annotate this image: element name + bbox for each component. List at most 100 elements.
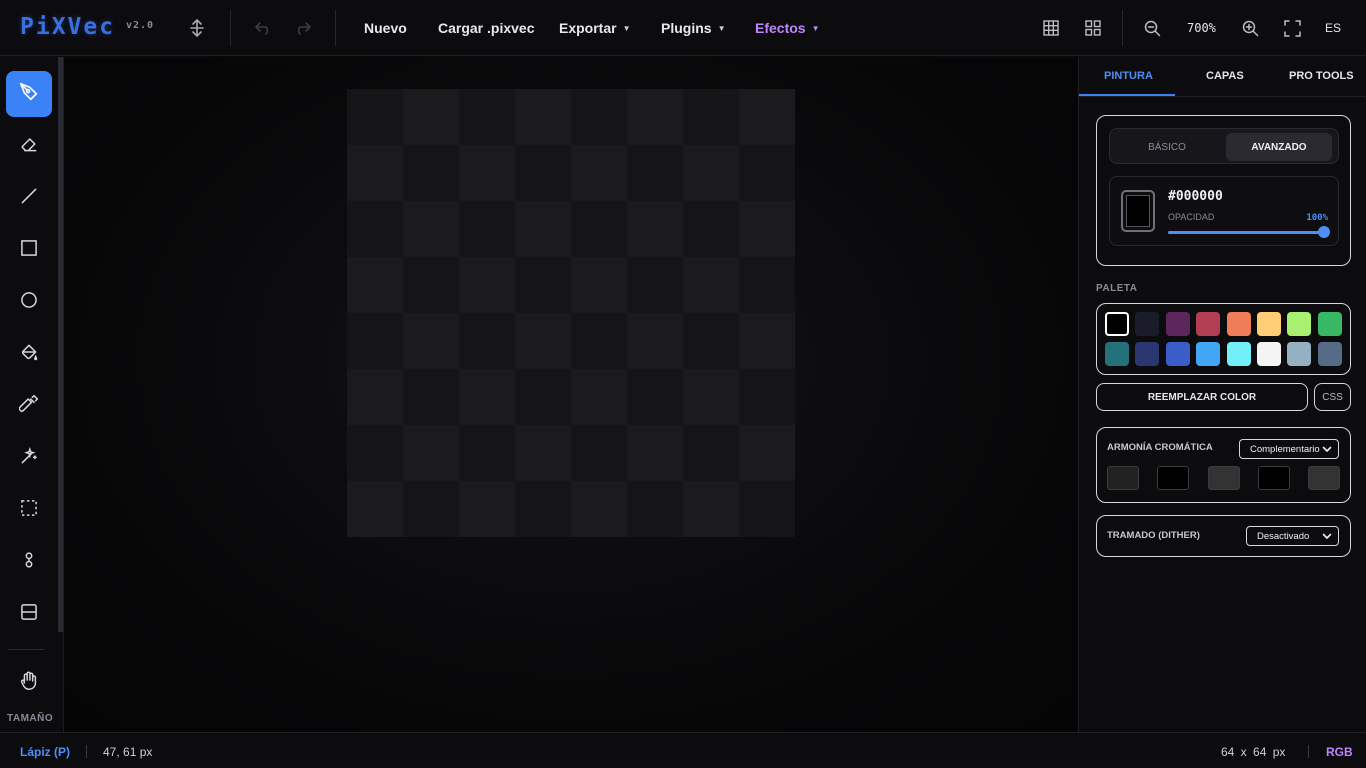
status-coordinates: 47, 61 px [103,745,153,759]
tab-pro-tools[interactable]: PRO TOOLS [1289,70,1354,82]
undo-icon[interactable] [254,18,274,38]
grid-icon[interactable] [1040,17,1062,39]
palette-swatch[interactable] [1287,312,1312,336]
menu-exportar[interactable]: Exportar ▼ [559,20,631,36]
eyedropper-icon [18,394,39,419]
selection-icon [19,498,39,523]
current-color-card: #000000 OPACIDAD 100% [1109,176,1339,246]
palette-swatch[interactable] [1226,312,1251,336]
harmony-swatch[interactable] [1207,466,1240,490]
zoom-out-icon[interactable] [1141,17,1163,39]
css-button[interactable]: CSS [1314,383,1351,411]
menu-cargar[interactable]: Cargar .pixvec [438,20,535,36]
tool-pen[interactable] [6,71,52,117]
replace-color-button[interactable]: REEMPLAZAR COLOR [1096,383,1308,411]
current-color-swatch[interactable] [1121,190,1155,232]
palette-swatch[interactable] [1287,342,1312,366]
tool-magic-wand[interactable] [6,435,52,481]
palette-swatch[interactable] [1196,342,1221,366]
tool-split[interactable] [6,591,52,637]
canvas-cell [403,257,459,313]
dither-card: TRAMADO (DITHER) Desactivado [1096,515,1351,557]
palette-swatch[interactable] [1135,342,1160,366]
chevron-down-icon: ▼ [811,23,820,33]
canvas-cell [571,425,627,481]
zoom-in-icon[interactable] [1239,17,1261,39]
fullscreen-icon[interactable] [1281,17,1303,39]
dither-select[interactable]: Desactivado [1246,526,1339,546]
tab-capas[interactable]: CAPAS [1206,70,1244,82]
palette-swatch[interactable] [1105,342,1129,366]
palette-swatch[interactable] [1317,342,1342,366]
palette-swatch[interactable] [1317,312,1342,336]
palette-swatch[interactable] [1105,312,1129,336]
harmony-swatch[interactable] [1257,466,1290,490]
tool-sidebar: TAMAÑO [0,57,64,732]
tool-hand[interactable] [6,660,52,706]
panel-tabs: PINTURA CAPAS PRO TOOLS [1079,57,1366,97]
opacity-slider-thumb[interactable] [1318,226,1330,238]
canvas-cell [571,481,627,537]
canvas-cell [515,89,571,145]
canvas-cell [347,425,403,481]
palette-swatch[interactable] [1135,312,1160,336]
palette-swatch[interactable] [1256,342,1281,366]
canvas-cell [515,369,571,425]
mode-advanced[interactable]: AVANZADO [1226,133,1332,161]
canvas-cell [403,89,459,145]
harmony-select-value: Complementario [1250,443,1320,455]
layers-split-icon [19,602,39,627]
redo-icon[interactable] [292,18,312,38]
pixel-canvas[interactable] [347,89,795,537]
menu-efectos[interactable]: Efectos ▼ [755,20,820,36]
tool-rectangle[interactable] [6,227,52,273]
flip-vertical-icon[interactable] [187,18,207,38]
canvas-cell [739,425,795,481]
language-selector[interactable]: ES [1325,21,1341,35]
canvas-cell [515,425,571,481]
palette-swatch[interactable] [1226,342,1251,366]
opacity-label: OPACIDAD [1168,212,1215,222]
opacity-slider[interactable] [1168,226,1330,238]
tool-bone[interactable] [6,539,52,585]
canvas-cell [571,145,627,201]
menu-plugins[interactable]: Plugins ▼ [661,20,725,36]
canvas-cell [683,313,739,369]
tool-selection[interactable] [6,487,52,533]
palette-swatch[interactable] [1256,312,1281,336]
tile-grid-icon[interactable] [1082,17,1104,39]
canvas-cell [739,369,795,425]
harmony-swatch[interactable] [1107,466,1139,490]
mode-basic[interactable]: BÁSICO [1114,133,1220,161]
toolbar-scrollbar[interactable] [58,57,63,632]
palette-swatch[interactable] [1165,342,1190,366]
tool-eyedropper[interactable] [6,383,52,429]
harmony-swatch[interactable] [1308,466,1341,490]
menu-nuevo-label: Nuevo [364,20,407,36]
size-label: TAMAÑO [7,713,54,724]
tool-eraser[interactable] [6,123,52,169]
harmony-select[interactable]: Complementario [1239,439,1339,459]
canvas-cell [571,257,627,313]
dither-select-value: Desactivado [1257,530,1310,542]
rectangle-icon [19,238,39,263]
palette-swatch[interactable] [1196,312,1221,336]
canvas-cell [739,201,795,257]
canvas-cell [739,313,795,369]
chevron-down-icon [1322,443,1332,458]
menu-nuevo[interactable]: Nuevo [364,20,407,36]
tool-circle[interactable] [6,279,52,325]
canvas-cell [571,89,627,145]
tab-pintura[interactable]: PINTURA [1104,70,1153,82]
tool-fill[interactable] [6,331,52,377]
harmony-card: ARMONÍA CROMÁTICA Complementario [1096,427,1351,503]
canvas-area[interactable] [64,57,1078,732]
tool-line[interactable] [6,175,52,221]
chevron-down-icon [1322,530,1332,545]
harmony-swatch[interactable] [1157,466,1190,490]
palette-swatch[interactable] [1165,312,1190,336]
top-bar: PiXVec v2.0 Nuevo Cargar .pixvec Exporta… [0,0,1366,56]
color-hex-value[interactable]: #000000 [1168,189,1223,204]
canvas-cell [683,481,739,537]
canvas-cell [403,201,459,257]
